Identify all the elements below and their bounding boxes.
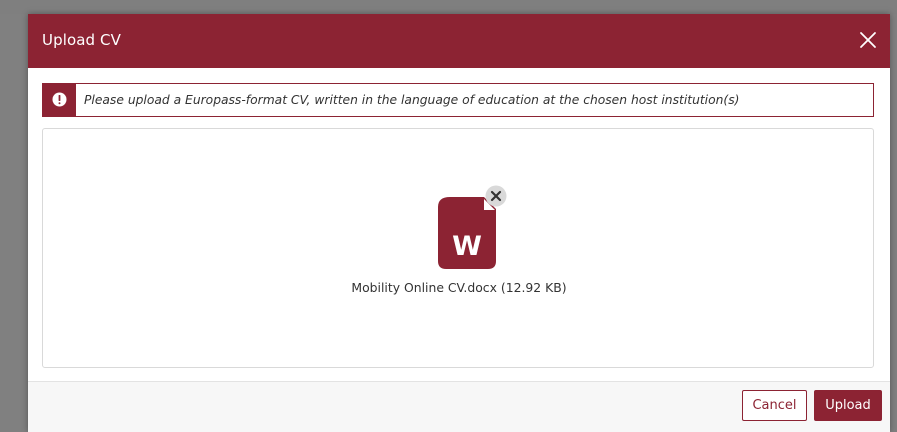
word-icon-letter: W xyxy=(452,231,482,262)
word-document-icon: W xyxy=(438,197,496,269)
dialog-title: Upload CV xyxy=(42,31,121,49)
file-dropzone[interactable]: W Mobility Online CV.docx (12.92 KB) xyxy=(42,128,874,368)
close-icon xyxy=(860,32,876,48)
upload-cv-dialog: Upload CV Please upload a Europass-forma… xyxy=(28,14,890,432)
dialog-header: Upload CV xyxy=(28,14,890,68)
dialog-footer: Cancel Upload xyxy=(28,381,890,432)
dialog-body: Please upload a Europass-format CV, writ… xyxy=(28,68,890,381)
remove-file-icon[interactable] xyxy=(485,185,507,207)
exclamation-icon xyxy=(52,92,67,107)
notice-text: Please upload a Europass-format CV, writ… xyxy=(84,93,740,107)
file-name: Mobility Online CV.docx (12.92 KB) xyxy=(351,280,567,295)
backdrop xyxy=(0,0,897,14)
cancel-button[interactable]: Cancel xyxy=(742,390,807,421)
notice-icon-box xyxy=(43,84,76,116)
upload-button[interactable]: Upload xyxy=(814,390,882,421)
info-notice: Please upload a Europass-format CV, writ… xyxy=(42,83,874,117)
close-button[interactable] xyxy=(856,28,880,52)
